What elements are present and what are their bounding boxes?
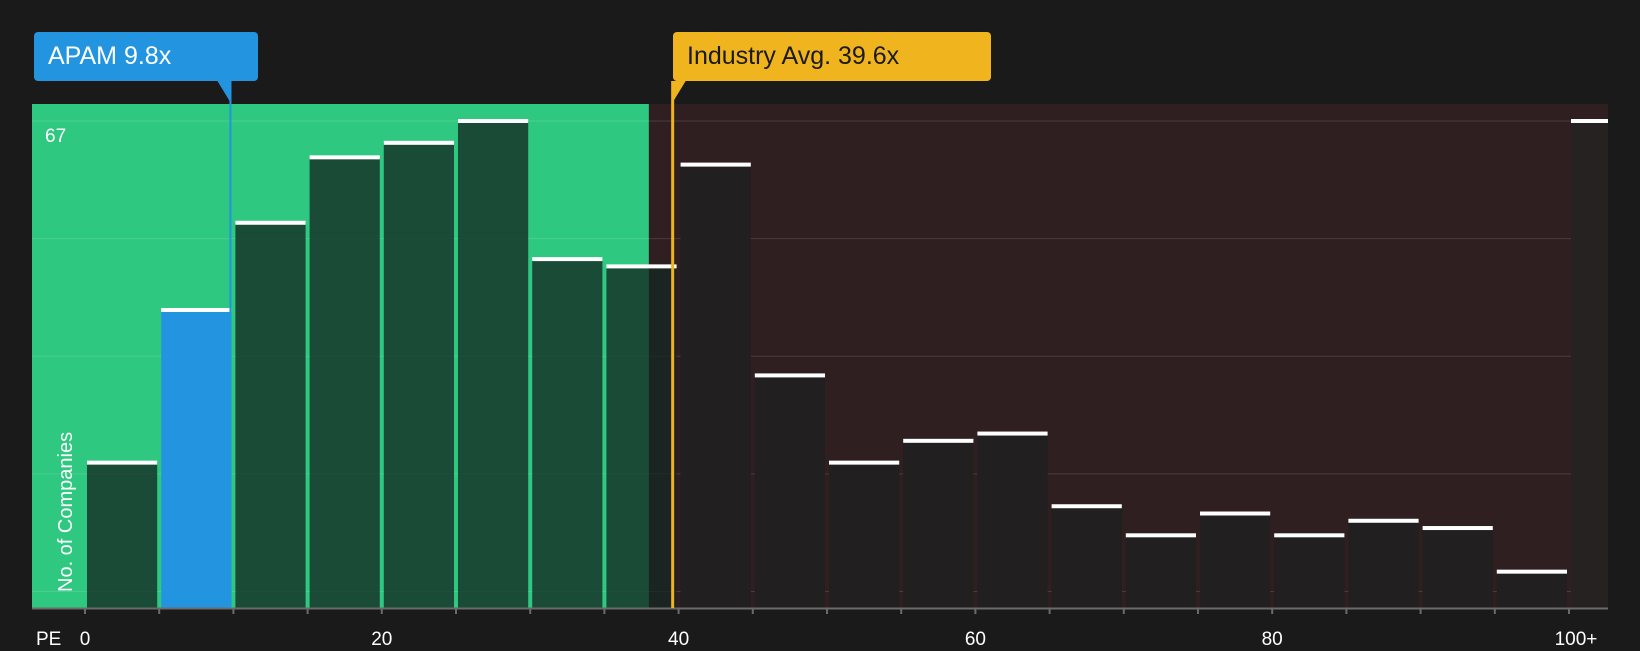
x-tick-label: 100+ (1554, 629, 1598, 650)
company-marker-pointer (217, 81, 232, 104)
histogram-bar (1051, 506, 1122, 608)
histogram-bar (87, 462, 158, 608)
y-axis-max-label: 67 (45, 126, 67, 147)
histogram-bar-cap (235, 220, 306, 225)
histogram-bar (903, 440, 974, 608)
histogram-bar (309, 157, 380, 609)
histogram-bar-cap (1125, 533, 1196, 538)
histogram-bar-cap (903, 438, 974, 443)
histogram-bar (1348, 520, 1419, 608)
histogram-bar-cap (87, 460, 158, 465)
histogram-bar-cap (309, 155, 380, 160)
x-tick-label: 20 (371, 629, 393, 650)
histogram-bar-cap (1496, 569, 1567, 574)
x-tick-label: 60 (964, 629, 986, 650)
histogram-bar (532, 259, 603, 608)
histogram-bar-cap (829, 460, 900, 465)
histogram-bar-cap (977, 431, 1048, 436)
histogram-bar (1200, 513, 1271, 608)
histogram-bar (754, 375, 825, 608)
histogram-bar (1422, 528, 1493, 608)
histogram-bar (680, 164, 751, 608)
x-axis-label: PE (36, 629, 62, 650)
histogram-bar (1496, 571, 1567, 608)
histogram-bar (161, 309, 232, 608)
company-pe-callout: APAM 9.8x (34, 32, 258, 81)
industry-average-callout: Industry Avg. 39.6x (673, 32, 991, 81)
histogram-bar (829, 462, 900, 608)
histogram-bar (235, 222, 306, 608)
x-tick-label: 40 (668, 629, 690, 650)
histogram-bar-cap (1200, 511, 1271, 516)
histogram-bar (1125, 535, 1196, 608)
histogram-bar-cap (458, 119, 529, 123)
industry-marker-pointer (671, 81, 686, 104)
histogram-bar (1571, 121, 1608, 608)
histogram-bar-cap (1422, 526, 1493, 531)
histogram-bar-cap (161, 307, 232, 312)
histogram-bar-cap (532, 257, 603, 262)
histogram-bar (383, 142, 454, 608)
x-tick-label: 80 (1261, 629, 1283, 650)
pe-distribution-chart (32, 81, 1608, 614)
histogram-bar (458, 121, 529, 608)
histogram-bar (1274, 535, 1345, 608)
histogram-bar-cap (1051, 504, 1122, 509)
y-axis-label: No. of Companies (55, 431, 77, 592)
histogram-bar-cap (754, 373, 825, 378)
histogram-bar-cap (383, 140, 454, 145)
histogram-bar-cap (1348, 518, 1419, 523)
histogram-bar-cap (1274, 533, 1345, 538)
histogram-bar (606, 266, 677, 608)
histogram-bar-cap (680, 162, 751, 167)
x-tick-label: 0 (79, 629, 91, 650)
histogram-bar-cap (1571, 119, 1608, 123)
histogram-bar-cap (606, 264, 677, 269)
histogram-bar (977, 433, 1048, 608)
